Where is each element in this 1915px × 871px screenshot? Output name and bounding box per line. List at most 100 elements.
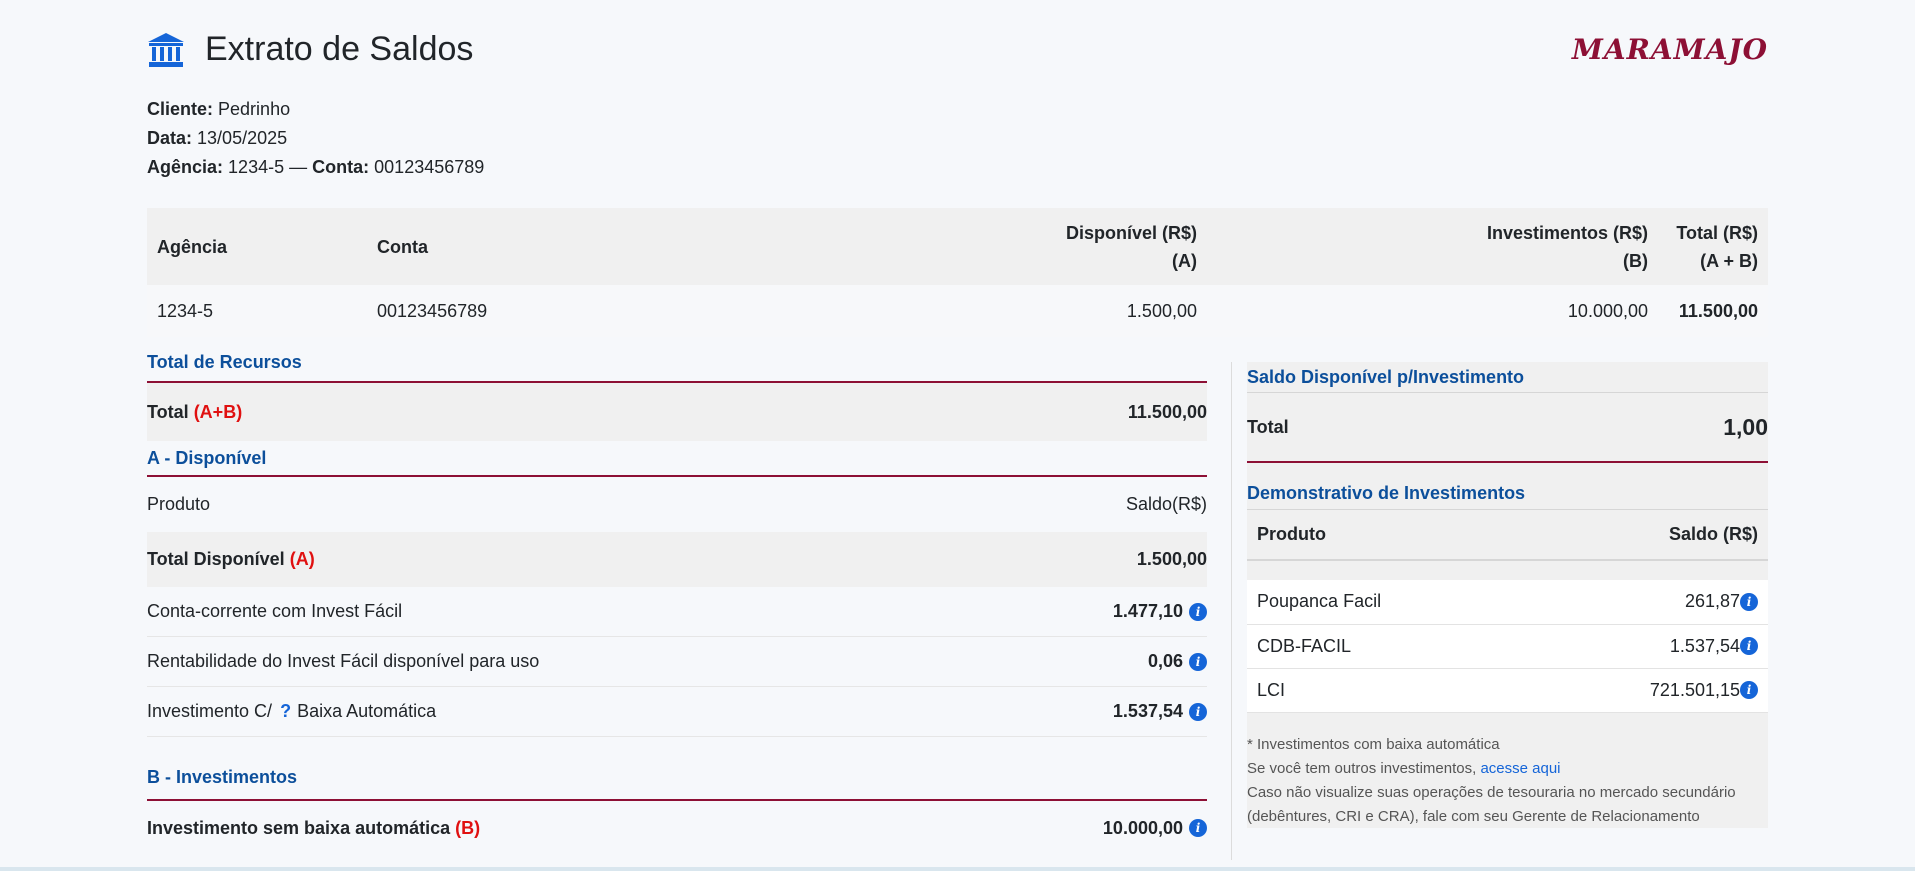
info-icon[interactable]: i [1740, 681, 1758, 699]
available-investment-title: Saldo Disponível p/Investimento [1247, 367, 1525, 387]
investments-header-row: Produto Saldo (R$) [1247, 510, 1768, 561]
account-label: Conta: [312, 157, 370, 177]
spacer-row [1247, 560, 1768, 580]
footnotes: * Investimentos com baixa automática Se … [1247, 733, 1768, 829]
item-value: 1.537,54 [1112, 701, 1183, 721]
product-balance: 261,87 i [1522, 580, 1768, 625]
available-total-value: 1.500,00 [1136, 549, 1207, 569]
item-value: 1.477,10 [1112, 601, 1183, 621]
available-total-tag: (A) [289, 549, 315, 569]
investments-label-group: Investimento sem baixa automática (B) [147, 818, 480, 839]
info-icon[interactable]: i [1740, 592, 1758, 611]
footnote-auto: * Investimentos com baixa automática [1247, 735, 1500, 753]
client-info: Cliente: Pedrinho Data: 13/05/2025 Agênc… [147, 95, 484, 182]
table-row: LCI 721.501,15 i [1247, 668, 1768, 713]
client-label: Cliente: [147, 99, 214, 119]
page-title: Extrato de Saldos [205, 30, 474, 68]
investments-title: B - Investimentos [147, 767, 298, 787]
info-icon[interactable]: i [1189, 819, 1207, 837]
list-item: Conta-corrente com Invest Fácil 1.477,10… [147, 587, 1207, 637]
item-label: Rentabilidade do Invest Fácil disponível… [147, 651, 540, 671]
list-item: Investimento C/? Baixa Automática 1.537,5… [147, 687, 1207, 737]
investments-row: Investimento sem baixa automática (B) 10… [147, 801, 1207, 855]
summary-row: 1234-5 00123456789 1.500,00 10.000,00 11… [147, 285, 1768, 337]
row-total: 11.500,00 [1678, 300, 1758, 321]
summary-table: Agência Conta Disponível (R$) (A) Invest… [147, 208, 1768, 337]
item-label-group: Investimento C/? Baixa Automática [147, 701, 436, 722]
row-investments: 10.000,00 [1567, 300, 1648, 321]
col-available-line2: (A) [1172, 250, 1197, 271]
statement-date: 13/05/2025 [197, 128, 288, 148]
table-row: CDB-FACIL 1.537,54 i [1247, 624, 1768, 669]
row-available: 1.500,00 [1126, 300, 1197, 321]
col-agency: Agência [157, 236, 228, 257]
info-icon[interactable]: i [1740, 637, 1758, 655]
product-balance: 721.501,15 i [1522, 668, 1768, 713]
resources-total-label-group: Total (A+B) [147, 402, 242, 423]
col-investments-line1: Investimentos (R$) [1486, 222, 1648, 243]
balance-group: 1.537,54 i [1670, 636, 1758, 657]
footnote-treasury-2: (debêntures, CRI e CRA), fale com seu Ge… [1247, 807, 1700, 825]
available-balance-header: Saldo(R$) [1125, 494, 1207, 514]
product-name: LCI [1247, 668, 1523, 713]
available-investment-total-value: 1,00 [1723, 413, 1768, 440]
product-balance: 1.537,54 i [1522, 624, 1768, 669]
resources-total-value: 11.500,00 [1127, 401, 1207, 422]
resources-column: Total de Recursos Total (A+B) 11.500,00 … [147, 352, 1207, 855]
bank-icon [148, 32, 184, 67]
bottom-scroll-bar [0, 867, 1915, 871]
item-value: 0,06 [1147, 651, 1183, 671]
available-product-header: Produto [147, 494, 211, 514]
investments-table: Produto Saldo (R$) Poupanca Facil 261,87… [1247, 510, 1768, 713]
item-label: Conta-corrente com Invest Fácil [147, 601, 403, 621]
available-total-row: Total Disponível (A) 1.500,00 [147, 532, 1207, 587]
account-value: 00123456789 [374, 157, 485, 177]
available-header-row: Produto Saldo(R$) [147, 477, 1207, 532]
item-value-group: 1.477,10 i [1113, 601, 1207, 622]
item-label-post: Baixa Automática [297, 701, 437, 721]
investments-value: 10.000,00 [1102, 817, 1183, 838]
list-item: Rentabilidade do Invest Fácil disponível… [147, 637, 1207, 687]
col-total-line1: Total (R$) [1676, 222, 1758, 243]
available-investment-total-row: Total 1,00 [1247, 393, 1768, 461]
col-available-line1: Disponível (R$) [1065, 222, 1197, 243]
col-account: Conta [377, 236, 428, 257]
balance-value: 261,87 [1684, 591, 1740, 612]
balance-group: 721.501,15 i [1650, 680, 1758, 701]
balance-value: 1.537,54 [1669, 635, 1740, 656]
access-here-link[interactable]: acesse aqui [1480, 760, 1560, 777]
col-total: Total (R$) (A + B) [1658, 208, 1768, 285]
account-line: Agência: 1234-5 — Conta: 00123456789 [147, 153, 484, 182]
column-divider [1231, 362, 1232, 860]
info-icon[interactable]: i [1189, 702, 1207, 721]
question-icon[interactable]: ? [280, 701, 291, 721]
client-line: Cliente: Pedrinho [147, 95, 484, 124]
resources-title: Total de Recursos [147, 352, 302, 372]
balance-group: 261,87 i [1685, 591, 1758, 612]
title-group: Extrato de Saldos [147, 30, 473, 69]
resources-total-label: Total [147, 401, 189, 422]
agency-label: Agência: [147, 157, 224, 177]
date-label: Data: [147, 128, 193, 148]
info-icon[interactable]: i [1189, 652, 1207, 671]
col-investments-line2: (B) [1623, 250, 1648, 271]
balance-value: 721.501,15 [1649, 679, 1740, 700]
col-product: Produto [1247, 510, 1523, 561]
row-account: 00123456789 [377, 300, 488, 321]
info-icon[interactable]: i [1189, 602, 1207, 621]
statement-page: Extrato de Saldos MARAMAJO Cliente: Pedr… [147, 0, 1768, 860]
demo-title: Demonstrativo de Investimentos [1247, 483, 1526, 503]
col-balance: Saldo (R$) [1522, 510, 1768, 561]
brand-logo: MARAMAJO [1571, 33, 1768, 66]
item-label-pre: Investimento C/ [147, 701, 273, 721]
date-line: Data: 13/05/2025 [147, 124, 484, 153]
available-total-label: Total Disponível [147, 549, 285, 569]
page-header: Extrato de Saldos MARAMAJO [147, 0, 1768, 100]
available-total-label-group: Total Disponível (A) [147, 549, 315, 570]
investment-summary-panel: Saldo Disponível p/Investimento Total 1,… [1247, 362, 1768, 828]
agency-value: 1234-5 [228, 157, 285, 177]
footnote-treasury-1: Caso não visualize suas operações de tes… [1247, 783, 1736, 801]
item-value-group: 1.537,54 i [1113, 701, 1207, 722]
investments-label: Investimento sem baixa automática [147, 817, 451, 838]
available-title: A - Disponível [147, 448, 267, 468]
